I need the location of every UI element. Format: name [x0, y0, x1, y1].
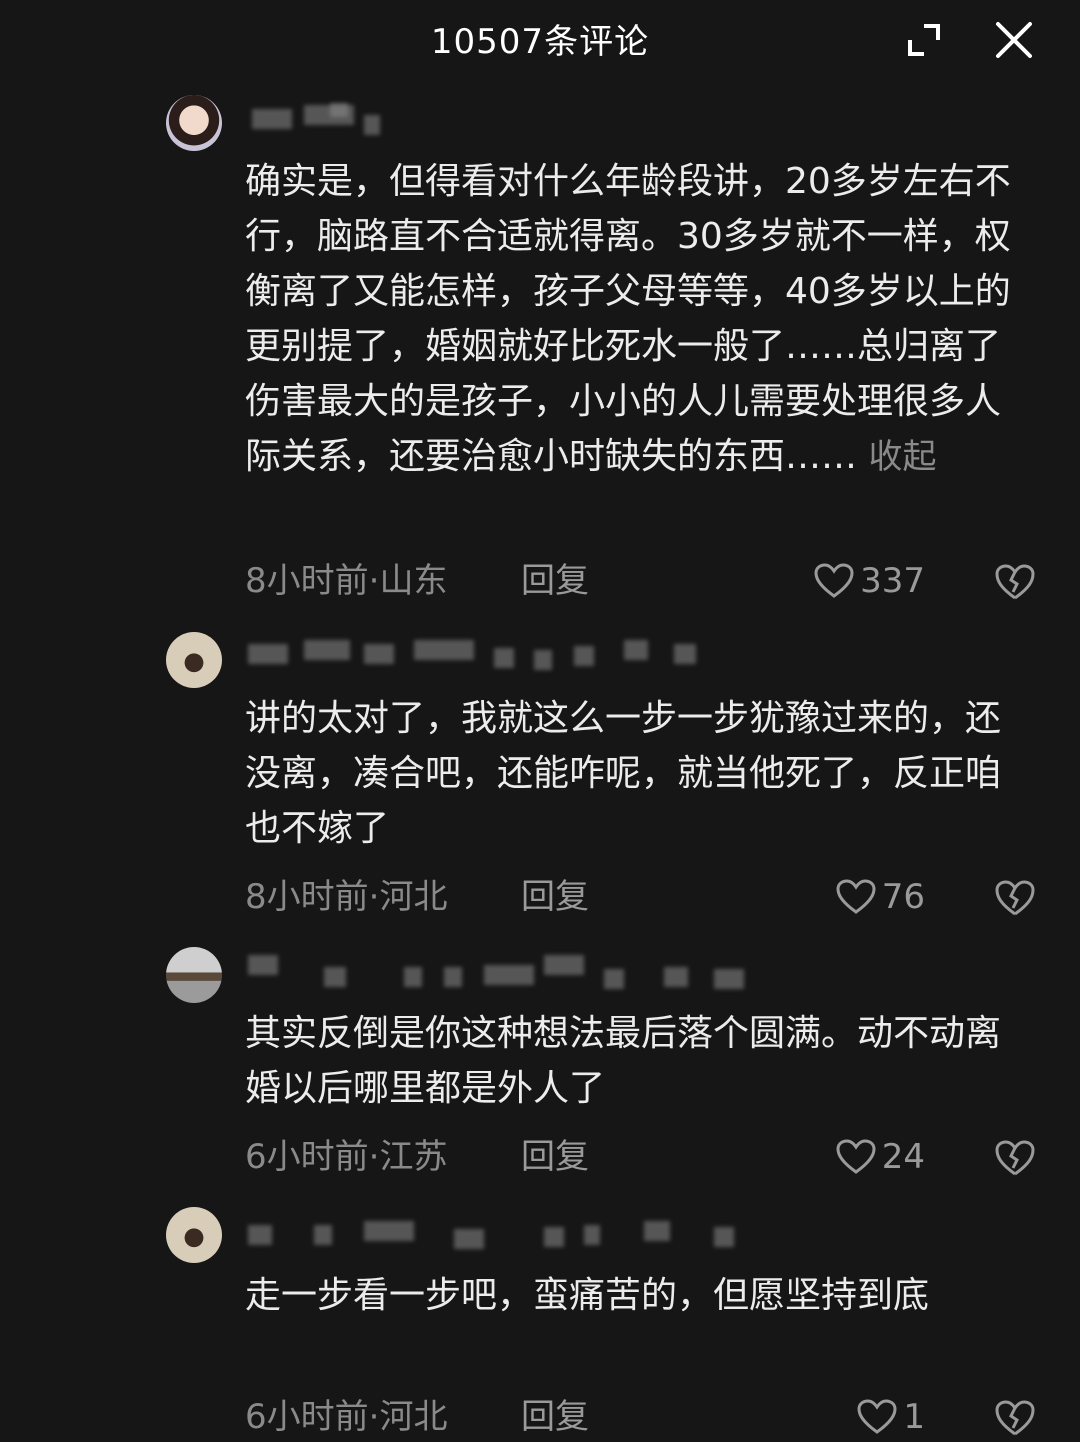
- reply-button[interactable]: 回复: [521, 872, 589, 922]
- username-blurred[interactable]: [244, 955, 764, 989]
- comments-header: 10507条评论: [0, 0, 1080, 80]
- expand-icon[interactable]: [902, 18, 946, 62]
- like-count: 24: [881, 1137, 925, 1177]
- heart-icon: [836, 879, 876, 914]
- like-count: 337: [860, 561, 925, 601]
- broken-heart-icon[interactable]: [995, 1399, 1035, 1437]
- user-avatar[interactable]: [166, 947, 222, 1003]
- like-button[interactable]: 1: [857, 1392, 925, 1442]
- heart-icon: [857, 1399, 897, 1434]
- comment-text: 其实反倒是你这种想法最后落个圆满。动不动离婚以后哪里都是外人了: [245, 1013, 1002, 1109]
- like-count: 1: [903, 1397, 925, 1437]
- comment-text: 讲的太对了，我就这么一步一步犹豫过来的，还没离，凑合吧，还能咋呢，就当他死了，反…: [245, 698, 1002, 849]
- username-blurred[interactable]: [244, 1215, 764, 1249]
- comment-time-location: 8小时前·河北: [245, 877, 448, 917]
- username-blurred[interactable]: [244, 103, 764, 135]
- like-button[interactable]: 76: [836, 872, 925, 922]
- comment-time-location: 6小时前·江苏: [245, 1137, 448, 1177]
- user-avatar[interactable]: [166, 95, 222, 151]
- comment-meta: 6小时前·江苏 回复 24: [245, 1132, 1045, 1182]
- close-icon[interactable]: [992, 18, 1036, 62]
- broken-heart-icon[interactable]: [995, 563, 1035, 601]
- comment-text: 确实是，但得看对什么年龄段讲，20多岁左右不行，脑路直不合适就得离。30多岁就不…: [245, 161, 1011, 477]
- username-blurred[interactable]: [244, 640, 764, 670]
- comment-text: 走一步看一步吧，蛮痛苦的，但愿坚持到底: [245, 1275, 930, 1316]
- like-count: 76: [881, 877, 925, 917]
- reply-button[interactable]: 回复: [521, 1392, 589, 1442]
- collapse-link[interactable]: 收起: [868, 437, 936, 477]
- like-button[interactable]: 24: [836, 1132, 925, 1182]
- reply-button[interactable]: 回复: [521, 1132, 589, 1182]
- comment-meta: 8小时前·河北 回复 76: [245, 872, 1045, 922]
- broken-heart-icon[interactable]: [995, 879, 1035, 917]
- reply-button[interactable]: 回复: [521, 556, 589, 606]
- comment-time-location: 6小时前·河北: [245, 1397, 448, 1437]
- heart-icon: [814, 563, 854, 598]
- comment-meta: 8小时前·山东 回复 337: [245, 556, 1045, 606]
- user-avatar[interactable]: [166, 1207, 222, 1263]
- heart-icon: [836, 1139, 876, 1174]
- broken-heart-icon[interactable]: [995, 1139, 1035, 1177]
- comment-meta: 6小时前·河北 回复 1: [245, 1392, 1045, 1442]
- like-button[interactable]: 337: [814, 556, 925, 606]
- comment-time-location: 8小时前·山东: [245, 561, 448, 601]
- user-avatar[interactable]: [166, 632, 222, 688]
